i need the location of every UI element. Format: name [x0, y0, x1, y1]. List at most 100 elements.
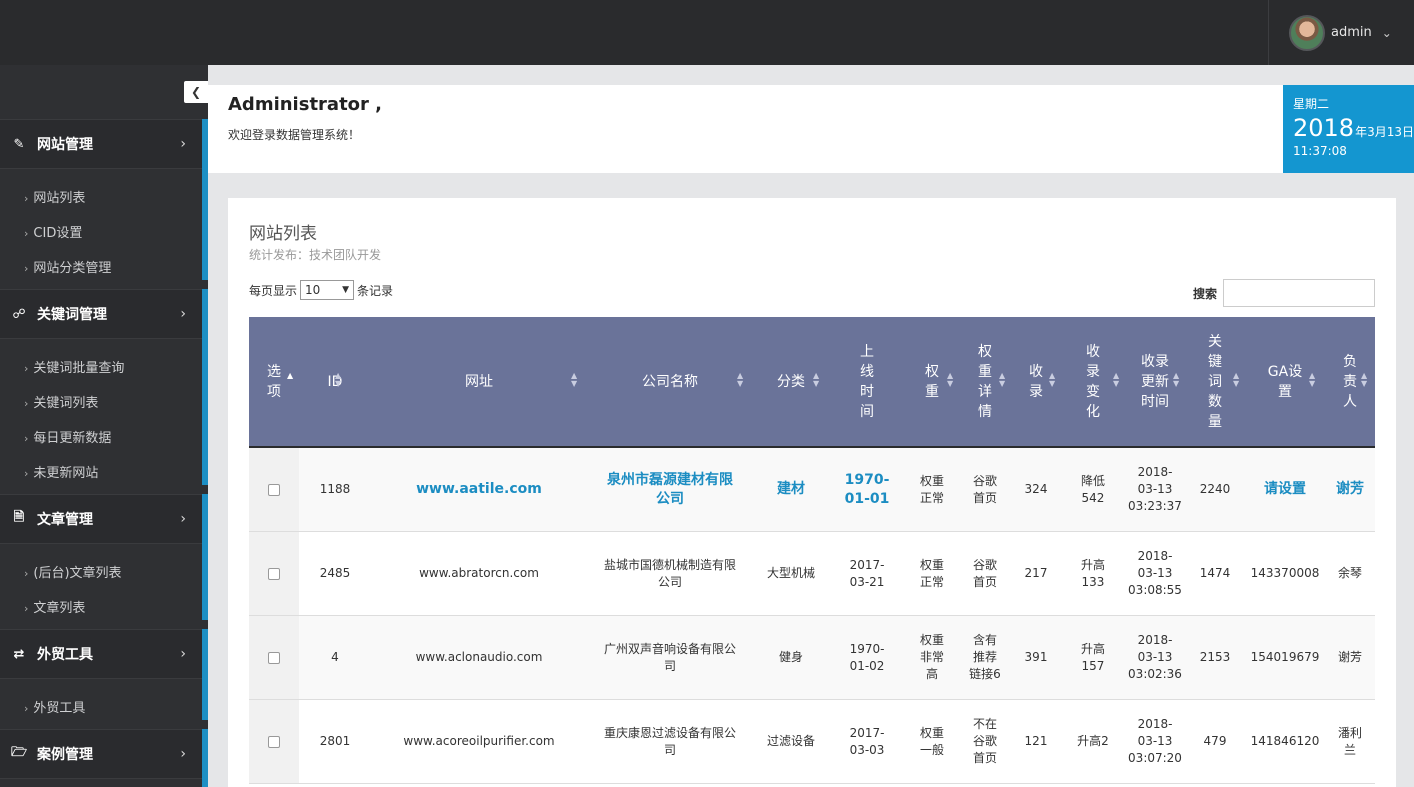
col-weight-detail-header[interactable]: 权 重 详 情 ▲ ▼: [959, 317, 1011, 446]
sidebar-item-label: 关键词列表: [33, 396, 99, 411]
col-owner-cell[interactable]: 谢芳: [1325, 448, 1375, 531]
col-index-header[interactable]: 收 录 ▲ ▼: [1011, 317, 1061, 446]
col-online-date-cell: 2017- 03-21: [849, 557, 885, 589]
sidebar-item[interactable]: › 每日更新数据: [0, 421, 208, 456]
col-url-cell[interactable]: www.acoreoilpurifier.com: [371, 700, 587, 783]
col-index-change-header[interactable]: 收 录 变 化 ▲ ▼: [1061, 317, 1125, 446]
active-edge: [202, 729, 208, 787]
site-list-panel: 网站列表 统计发布：技术团队开发 每页显示 10 ▼ 条记录 搜索 选 项▲▼I…: [228, 198, 1396, 787]
col-owner-header[interactable]: 负 责 人 ▲ ▼: [1325, 317, 1375, 446]
sidebar-collapse-button[interactable]: ❮: [184, 81, 208, 103]
col-company-cell: 重庆康恩过滤设备有限公 司: [603, 725, 736, 757]
col-select-cell: [249, 448, 299, 531]
col-url-cell[interactable]: www.aclonaudio.com: [371, 616, 587, 699]
col-ga-cell: 154019679: [1250, 650, 1320, 664]
col-ga-header[interactable]: GA设 置 ▲ ▼: [1245, 317, 1325, 446]
row-checkbox[interactable]: [268, 483, 280, 496]
col-online-date-header[interactable]: 上 线 时 间: [829, 317, 905, 446]
chevron-right-icon: ›: [180, 511, 186, 527]
sidebar-group-header[interactable]: 🗁 案例管理 ›: [0, 729, 208, 779]
sidebar-item[interactable]: › (后台)文章列表: [0, 556, 208, 591]
row-checkbox[interactable]: [268, 735, 280, 748]
sidebar-item-label: CID设置: [33, 226, 83, 241]
sort-icon[interactable]: ▲▼: [335, 372, 341, 388]
sort-icon[interactable]: ▲▼: [999, 372, 1005, 388]
shuffle-icon: ⇄: [13, 646, 25, 662]
sidebar-group-case-management: 🗁 案例管理 ›: [0, 729, 208, 779]
sidebar-group-items: › (后台)文章列表 › 文章列表: [0, 544, 208, 638]
chevron-right-icon: ›: [24, 467, 29, 480]
col-owner-cell: 余琴: [1337, 566, 1362, 580]
sort-icon[interactable]: ▲▼: [1049, 372, 1055, 388]
col-url-cell[interactable]: www.abratorcn.com: [371, 532, 587, 615]
sort-icon[interactable]: ▲▼: [1173, 372, 1179, 388]
col-company-header[interactable]: 公司名称 ▲ ▼: [587, 317, 753, 446]
chevron-right-icon: ›: [24, 702, 29, 715]
sidebar-item[interactable]: › CID设置: [0, 216, 208, 251]
welcome-title: Administrator ,: [228, 94, 383, 115]
sidebar-item[interactable]: › 文章列表: [0, 591, 208, 626]
sidebar-group-label: 网站管理: [37, 137, 93, 153]
column-label: 权 重 详 情: [978, 343, 992, 420]
sidebar-group-header[interactable]: ⇄ 外贸工具 ›: [0, 629, 208, 679]
col-category-header[interactable]: 分类 ▲ ▼: [753, 317, 829, 446]
row-checkbox[interactable]: [268, 651, 280, 664]
user-name[interactable]: admin: [1331, 25, 1372, 40]
sidebar-item[interactable]: › 未更新网站: [0, 456, 208, 491]
row-checkbox[interactable]: [268, 567, 280, 580]
page-length-control: 每页显示 10 ▼ 条记录: [249, 280, 393, 300]
sidebar-item[interactable]: › 网站列表: [0, 181, 208, 216]
panel-title: 网站列表: [249, 224, 317, 244]
sidebar-item[interactable]: › 外贸工具: [0, 691, 208, 726]
col-index-update-header[interactable]: 收录 更新 时间 ▲ ▼: [1125, 317, 1185, 446]
col-url-cell[interactable]: www.aatile.com: [371, 448, 587, 531]
sort-icon[interactable]: ▲▼: [1233, 372, 1239, 388]
col-keyword-count-header[interactable]: 关 键 词 数 量 ▲ ▼: [1185, 317, 1245, 446]
welcome-header: Administrator , 欢迎登录数据管理系统！ 星期二 2018年3月1…: [208, 85, 1414, 173]
col-online-date-cell[interactable]: 1970- 01-01: [829, 448, 905, 531]
chevron-down-icon[interactable]: ⌄: [1382, 26, 1392, 40]
col-select-header[interactable]: 选 项 ▲▼: [249, 317, 299, 446]
chevron-right-icon: ›: [180, 646, 186, 662]
column-label: 关 键 词 数 量: [1208, 333, 1222, 430]
col-select-cell: [249, 532, 299, 615]
page-length-select[interactable]: 10 ▼: [300, 280, 355, 300]
col-keyword-count-cell: 2240: [1199, 482, 1231, 496]
sidebar-group-trade-tools: ⇄ 外贸工具 › › 外贸工具: [0, 629, 208, 738]
sidebar-group-header[interactable]: ✎ 网站管理 ›: [0, 119, 208, 169]
sidebar-group-header[interactable]: 🗎 文章管理 ›: [0, 494, 208, 544]
col-category-cell[interactable]: 建材: [753, 448, 829, 531]
col-company-cell[interactable]: 泉州市磊源建材有限 公司: [587, 448, 753, 531]
sort-icon[interactable]: ▲▼: [737, 372, 743, 388]
sort-icon[interactable]: ▲▼: [947, 372, 953, 388]
sidebar-item[interactable]: › 关键词批量查询: [0, 351, 208, 386]
sidebar-item-label: 每日更新数据: [33, 431, 112, 446]
sort-icon[interactable]: ▲▼: [1113, 372, 1119, 388]
col-weight-cell: 权重 非常 高: [919, 633, 944, 681]
welcome-subtitle: 欢迎登录数据管理系统！: [228, 128, 361, 142]
col-weight-header[interactable]: 权 重 ▲ ▼: [905, 317, 959, 446]
search-input[interactable]: [1223, 279, 1375, 307]
col-keyword-count-cell: 479: [1203, 734, 1227, 748]
column-label: 负 责 人: [1343, 353, 1357, 410]
sort-icon[interactable]: ▲▼: [813, 372, 819, 388]
sort-icon[interactable]: ▲▼: [287, 372, 293, 388]
col-id-cell: 1188: [319, 482, 351, 496]
chevron-right-icon: ›: [24, 602, 29, 615]
table-row: 2801 www.acoreoilpurifier.com 重庆康恩过滤设备有限公 …: [249, 700, 1375, 784]
sort-icon[interactable]: ▲▼: [571, 372, 577, 388]
column-label: 收录 更新 时间: [1141, 353, 1169, 410]
folder-open-icon: 🗁: [10, 745, 28, 760]
sidebar-group-header[interactable]: ☍ 关键词管理 ›: [0, 289, 208, 339]
sidebar-item[interactable]: › 网站分类管理: [0, 251, 208, 286]
col-ga-cell[interactable]: 请设置: [1245, 448, 1325, 531]
user-menu[interactable]: admin ⌄: [1268, 0, 1414, 65]
sort-icon[interactable]: ▲▼: [1361, 372, 1367, 388]
sidebar-item[interactable]: › 关键词列表: [0, 386, 208, 421]
chevron-right-icon: ›: [24, 227, 29, 240]
sort-icon[interactable]: ▲▼: [1309, 372, 1315, 388]
column-label: 公司名称: [642, 373, 698, 390]
avatar[interactable]: [1289, 14, 1325, 51]
col-url-header[interactable]: 网址 ▲ ▼: [371, 317, 587, 446]
col-id-header[interactable]: ID ▲ ▼: [299, 317, 371, 446]
